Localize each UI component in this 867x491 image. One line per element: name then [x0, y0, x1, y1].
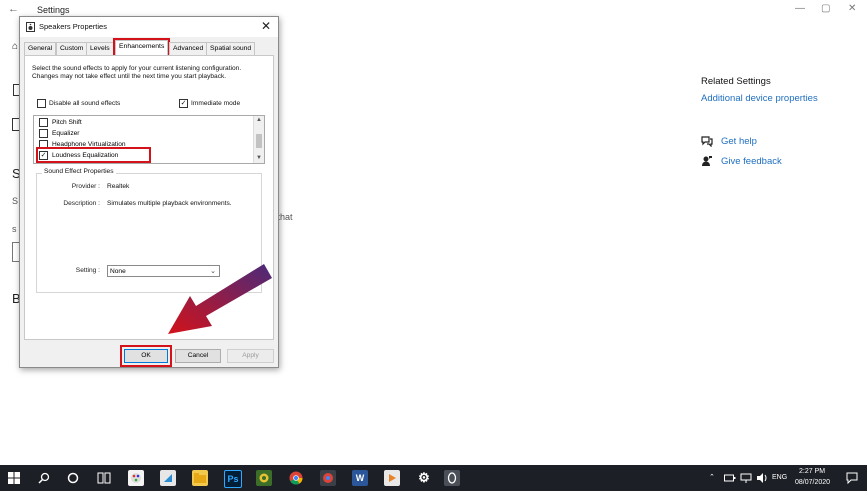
cortana-icon[interactable] [67, 472, 79, 484]
settings-window-title: Settings [37, 5, 70, 15]
scroll-up-icon[interactable]: ▲ [256, 117, 262, 123]
cancel-button[interactable]: Cancel [175, 349, 221, 363]
media-player-icon[interactable] [384, 470, 400, 486]
scroll-thumb[interactable] [256, 134, 262, 148]
ok-button[interactable]: OK [120, 345, 172, 367]
minimize-icon[interactable]: — [795, 3, 805, 14]
dialog-title: Speakers Properties [39, 22, 107, 31]
enhancements-description: Select the sound effects to apply for yo… [32, 65, 242, 80]
disable-all-effects-label: Disable all sound effects [49, 100, 121, 107]
battery-icon[interactable] [724, 473, 736, 483]
app-icon[interactable] [256, 470, 272, 486]
close-icon[interactable]: ✕ [848, 3, 856, 14]
effect-label: Equalizer [52, 129, 80, 137]
dialog-close-button[interactable]: ✕ [261, 19, 271, 33]
app-icon[interactable] [160, 470, 176, 486]
settings-gear-icon[interactable]: ⚙ [416, 470, 432, 486]
list-item[interactable]: Equalizer [39, 128, 80, 138]
word-icon[interactable]: W [352, 470, 368, 486]
apply-button[interactable]: Apply [227, 349, 274, 363]
feedback-person-icon [702, 156, 712, 166]
related-settings-title: Related Settings [701, 76, 771, 87]
search-icon[interactable] [38, 472, 50, 484]
task-view-icon[interactable] [96, 470, 112, 486]
scroll-down-icon[interactable]: ▼ [256, 155, 262, 161]
provider-value: Realtek [107, 183, 130, 190]
back-arrow-icon[interactable]: ← [8, 3, 19, 15]
give-feedback-label: Give feedback [721, 155, 782, 167]
get-help-link[interactable]: Get help [701, 135, 757, 147]
immediate-mode-checkbox[interactable]: ✓ Immediate mode [179, 99, 240, 108]
group-title: Sound Effect Properties [42, 168, 116, 175]
taskbar: Ps W ⚙ ⌃ ENG 2:27 PM 08/07/2020 [0, 465, 867, 491]
provider-label: Provider : [71, 183, 100, 190]
windows-start-icon[interactable] [8, 472, 20, 484]
speaker-icon [26, 22, 35, 32]
description-value: Simulates multiple playback environments… [107, 200, 232, 207]
chevron-up-icon[interactable]: ⌃ [709, 473, 715, 481]
tab-general[interactable]: General [24, 42, 57, 55]
photoshop-icon[interactable]: Ps [224, 470, 242, 488]
list-item[interactable]: Pitch Shift [39, 117, 82, 127]
highlight-arrow [168, 264, 272, 334]
disable-all-effects-checkbox[interactable]: Disable all sound effects [37, 99, 120, 108]
maximize-icon[interactable]: ▢ [821, 3, 830, 14]
app-icon[interactable] [444, 470, 460, 486]
chat-help-icon [701, 136, 713, 147]
immediate-mode-label: Immediate mode [191, 100, 241, 107]
notifications-icon[interactable] [846, 472, 858, 484]
tab-advanced[interactable]: Advanced [169, 42, 208, 55]
setting-label: Setting : [75, 267, 100, 274]
setting-value: None [110, 268, 126, 275]
clock-time[interactable]: 2:27 PM [799, 468, 825, 475]
settings-stub-text: S [12, 196, 19, 206]
checkbox-box [39, 117, 48, 127]
description-label: Description : [63, 200, 100, 207]
loudness-equalization-highlight [36, 147, 151, 163]
paint-app-icon[interactable] [128, 470, 144, 486]
volume-icon[interactable] [756, 472, 768, 484]
dialog-title-bar: Speakers Properties ✕ [20, 17, 278, 37]
chrome-profile-icon[interactable] [320, 470, 336, 486]
clock-date[interactable]: 08/07/2020 [795, 479, 830, 486]
effect-label: Pitch Shift [52, 118, 82, 126]
checkbox-box [37, 99, 46, 108]
language-indicator[interactable]: ENG [772, 474, 787, 481]
chrome-icon[interactable] [288, 470, 304, 486]
tab-levels[interactable]: Levels [86, 42, 114, 55]
file-explorer-icon[interactable] [192, 470, 208, 486]
list-scrollbar[interactable]: ▲ ▼ [253, 116, 264, 163]
get-help-label: Get help [721, 135, 757, 147]
tab-enhancements[interactable]: Enhancements [112, 38, 171, 58]
settings-stub-text: s [12, 224, 17, 234]
checkbox-box [39, 128, 48, 138]
home-icon[interactable]: ⌂ [12, 41, 18, 52]
additional-device-properties-link[interactable]: Additional device properties [701, 93, 818, 104]
tab-custom[interactable]: Custom [56, 42, 88, 55]
network-icon[interactable] [740, 472, 752, 484]
checkbox-box: ✓ [179, 99, 188, 108]
tab-spatial-sound[interactable]: Spatial sound [206, 42, 256, 55]
give-feedback-link[interactable]: Give feedback [701, 155, 782, 167]
